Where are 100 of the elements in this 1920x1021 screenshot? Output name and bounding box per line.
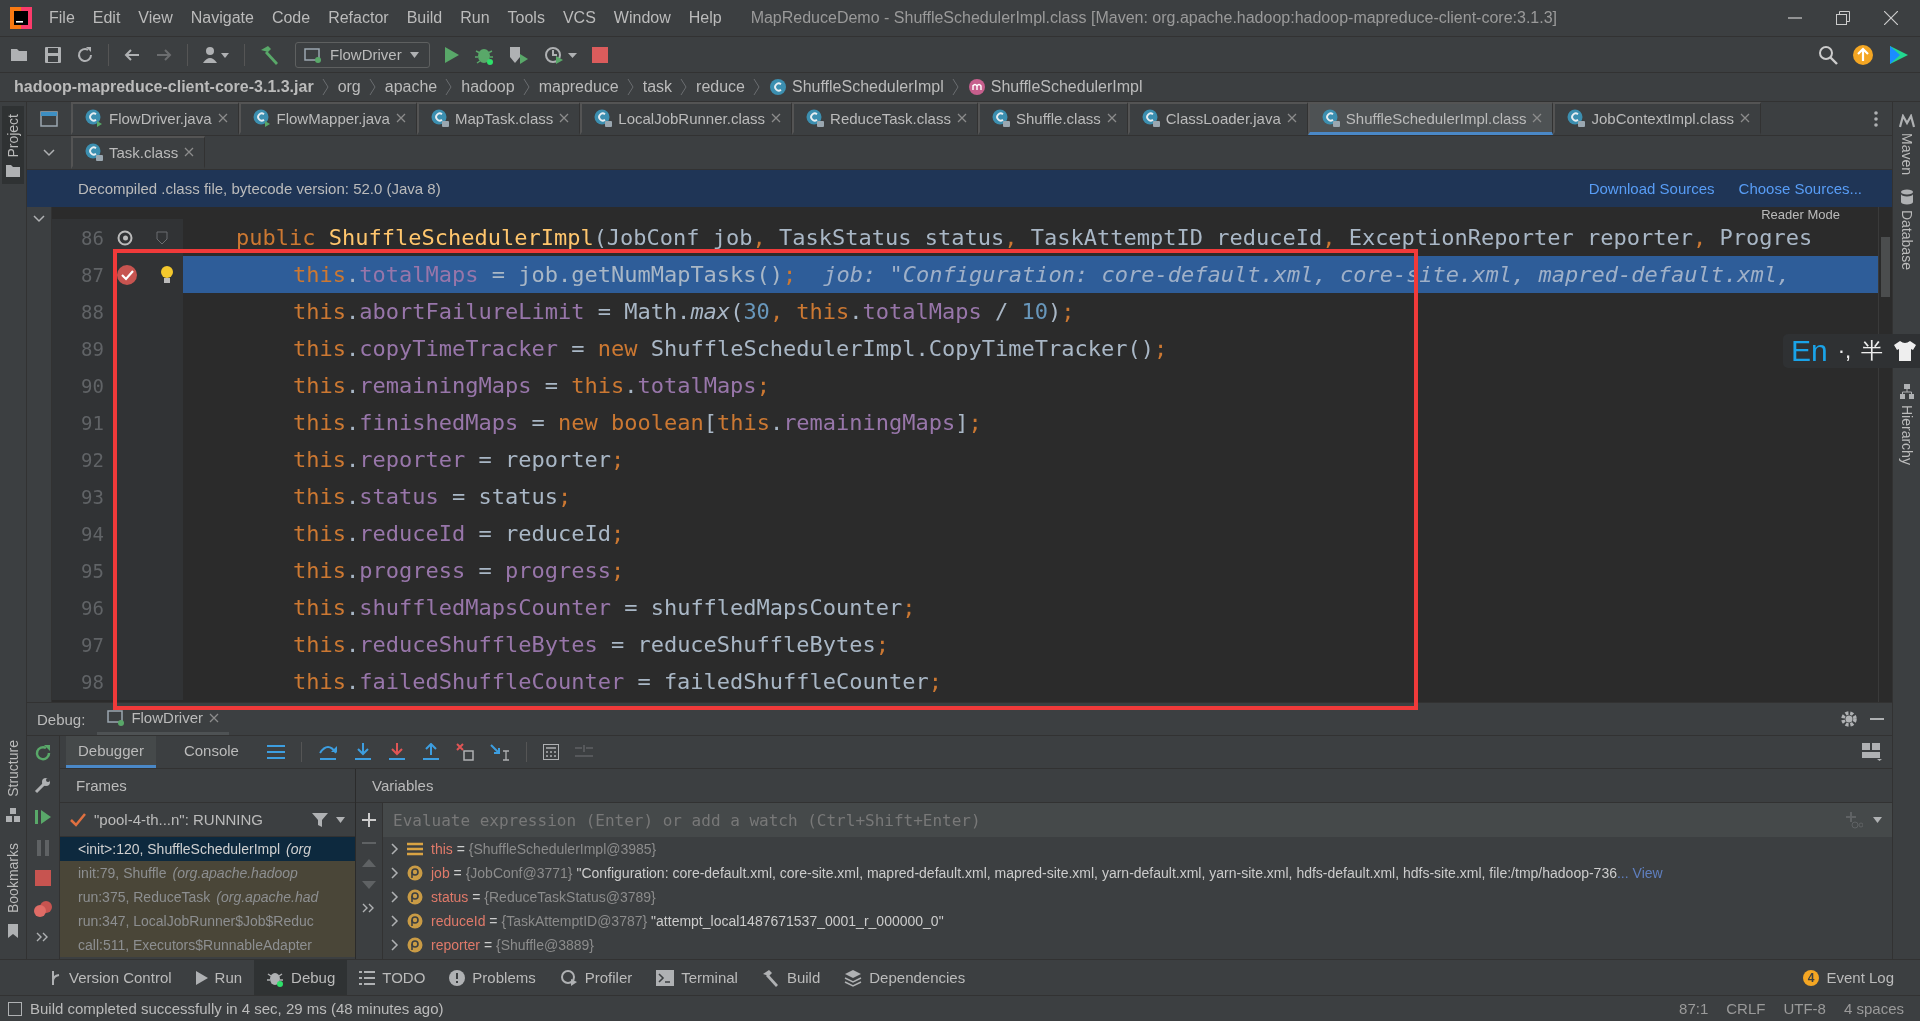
tool-window-tab[interactable]: Structure bbox=[5, 734, 21, 803]
menu-item[interactable]: Help bbox=[679, 9, 731, 27]
rerun-icon[interactable] bbox=[34, 744, 52, 762]
evaluate-icon[interactable] bbox=[542, 744, 559, 760]
editor-tab[interactable]: FlowDriver.java bbox=[71, 102, 239, 135]
breadcrumb-item[interactable]: hadoop bbox=[461, 78, 515, 96]
tool-window-tab[interactable]: Bookmarks bbox=[5, 836, 21, 919]
expand-icon[interactable] bbox=[391, 843, 399, 855]
tool-window-button[interactable]: Version Control bbox=[38, 960, 184, 995]
expand-icon[interactable] bbox=[391, 867, 399, 879]
status-item[interactable]: UTF-8 bbox=[1783, 1000, 1826, 1017]
close-button[interactable] bbox=[1884, 11, 1898, 25]
debug-tab[interactable]: Debugger bbox=[66, 736, 156, 768]
drop-frame-icon[interactable] bbox=[455, 743, 474, 761]
toolbox-logo-icon[interactable] bbox=[1888, 43, 1910, 66]
close-tab-icon[interactable] bbox=[217, 113, 228, 123]
fold-marker-icon[interactable] bbox=[156, 230, 168, 245]
tool-window-button[interactable]: Profiler bbox=[547, 960, 645, 995]
force-step-into-icon[interactable] bbox=[387, 743, 406, 761]
run-configuration-dropdown[interactable]: FlowDriver bbox=[295, 41, 430, 68]
step-out-icon[interactable] bbox=[421, 743, 440, 761]
stack-frame[interactable]: init:79, Shuffle (org.apache.hadoop bbox=[60, 861, 355, 885]
close-tab-icon[interactable] bbox=[559, 113, 570, 123]
expand-icon[interactable] bbox=[391, 939, 399, 951]
tool-window-tab[interactable]: Maven bbox=[1898, 133, 1915, 176]
tool-window-button[interactable]: TODO bbox=[347, 960, 438, 995]
tool-window-button[interactable]: Build bbox=[749, 960, 833, 995]
expand-icon[interactable] bbox=[391, 891, 399, 903]
intention-bulb-icon[interactable] bbox=[160, 264, 174, 285]
breadcrumb-item[interactable]: ShuffleSchedulerImpl bbox=[990, 78, 1143, 96]
menu-item[interactable]: Tools bbox=[498, 9, 554, 27]
menu-item[interactable]: View bbox=[129, 9, 182, 27]
menu-item[interactable]: Run bbox=[451, 9, 499, 27]
layout-icon[interactable] bbox=[1862, 743, 1882, 761]
coverage-icon[interactable] bbox=[507, 44, 530, 65]
refresh-icon[interactable] bbox=[76, 45, 94, 64]
breakpoint-icon[interactable] bbox=[116, 263, 138, 286]
event-log-button[interactable]: 4 Event Log bbox=[1790, 960, 1906, 995]
close-tab-icon[interactable] bbox=[956, 113, 967, 123]
close-tab-icon[interactable] bbox=[1286, 113, 1297, 123]
editor-tab[interactable]: ShuffleSchedulerImpl.class bbox=[1307, 102, 1554, 135]
menu-item[interactable]: Navigate bbox=[181, 9, 263, 27]
breadcrumb-item[interactable]: ShuffleSchedulerImpl bbox=[791, 78, 944, 96]
view-breakpoints-icon[interactable] bbox=[33, 900, 53, 918]
menu-item[interactable]: Build bbox=[397, 9, 452, 27]
breadcrumb-item[interactable]: task bbox=[642, 78, 673, 96]
breadcrumb-item[interactable]: org bbox=[337, 78, 361, 96]
search-icon[interactable] bbox=[1818, 44, 1838, 65]
step-over-icon[interactable] bbox=[317, 743, 338, 761]
stack-frame[interactable]: <init>:120, ShuffleSchedulerImpl (org bbox=[60, 837, 355, 861]
tool-window-tab[interactable]: Database bbox=[1898, 210, 1915, 270]
step-into-icon[interactable] bbox=[353, 743, 372, 761]
banner-link[interactable]: Choose Sources... bbox=[1738, 180, 1862, 197]
add-icon[interactable] bbox=[362, 813, 376, 827]
panel-toggle-icon[interactable] bbox=[8, 1001, 22, 1016]
stack-frame[interactable]: run:375, ReduceTask (org.apache.had bbox=[60, 885, 355, 909]
menu-item[interactable]: Refactor bbox=[319, 9, 398, 27]
breadcrumb-item[interactable]: hadoop-mapreduce-client-core-3.1.3.jar bbox=[14, 78, 314, 96]
run-icon[interactable] bbox=[443, 45, 460, 64]
menu-item[interactable]: VCS bbox=[553, 9, 605, 27]
tool-window-tab[interactable]: Hierarchy bbox=[1898, 404, 1915, 465]
list-icon[interactable] bbox=[266, 745, 285, 759]
scrollbar-thumb[interactable] bbox=[1881, 237, 1890, 297]
menu-item[interactable]: Edit bbox=[83, 9, 130, 27]
banner-link[interactable]: Download Sources bbox=[1588, 180, 1715, 197]
status-item[interactable]: CRLF bbox=[1726, 1000, 1766, 1017]
thread-selector[interactable]: "pool-4-th...n": RUNNING bbox=[94, 811, 264, 828]
user-dropdown-icon[interactable] bbox=[202, 45, 230, 64]
menu-item[interactable]: File bbox=[40, 9, 84, 27]
debug-tab[interactable]: Console bbox=[171, 736, 251, 768]
close-tab-icon[interactable] bbox=[184, 147, 195, 157]
expand-icon[interactable] bbox=[391, 915, 399, 927]
stack-frame[interactable]: call:511, Executors$RunnableAdapter bbox=[60, 933, 355, 957]
close-tab-icon[interactable] bbox=[1532, 113, 1543, 123]
restore-button[interactable] bbox=[1836, 11, 1850, 25]
hammer-icon[interactable] bbox=[259, 44, 281, 65]
tool-window-button[interactable]: Debug bbox=[254, 960, 348, 995]
reader-mode-link[interactable]: Reader Mode bbox=[1761, 208, 1840, 222]
more-tools-icon[interactable] bbox=[36, 932, 50, 942]
close-tab-icon[interactable] bbox=[1106, 113, 1117, 123]
close-tab-icon[interactable] bbox=[395, 113, 406, 123]
close-tab-icon[interactable] bbox=[1740, 113, 1751, 123]
status-item[interactable]: 4 spaces bbox=[1843, 1000, 1904, 1017]
wrench-icon[interactable] bbox=[34, 776, 52, 794]
filter-icon[interactable] bbox=[312, 811, 328, 828]
stack-frame[interactable]: run:347, LocalJobRunner$Job$Reduc bbox=[60, 909, 355, 933]
resume-icon[interactable] bbox=[34, 808, 52, 826]
breadcrumb-item[interactable]: apache bbox=[384, 78, 438, 96]
tool-window-button[interactable]: Dependencies bbox=[832, 960, 978, 995]
menu-item[interactable]: Code bbox=[262, 9, 320, 27]
more-tools-icon[interactable] bbox=[362, 903, 376, 913]
breadcrumb-item[interactable]: reduce bbox=[696, 78, 745, 96]
tool-window-button[interactable]: Problems bbox=[437, 960, 548, 995]
status-item[interactable]: 87:1 bbox=[1679, 1000, 1709, 1017]
save-icon[interactable] bbox=[44, 45, 62, 64]
breadcrumb-item[interactable]: mapreduce bbox=[538, 78, 619, 96]
more-icon[interactable] bbox=[1874, 110, 1878, 127]
menu-item[interactable]: Window bbox=[604, 9, 680, 27]
close-tab-icon[interactable] bbox=[771, 113, 782, 123]
stop-icon[interactable] bbox=[591, 46, 608, 63]
